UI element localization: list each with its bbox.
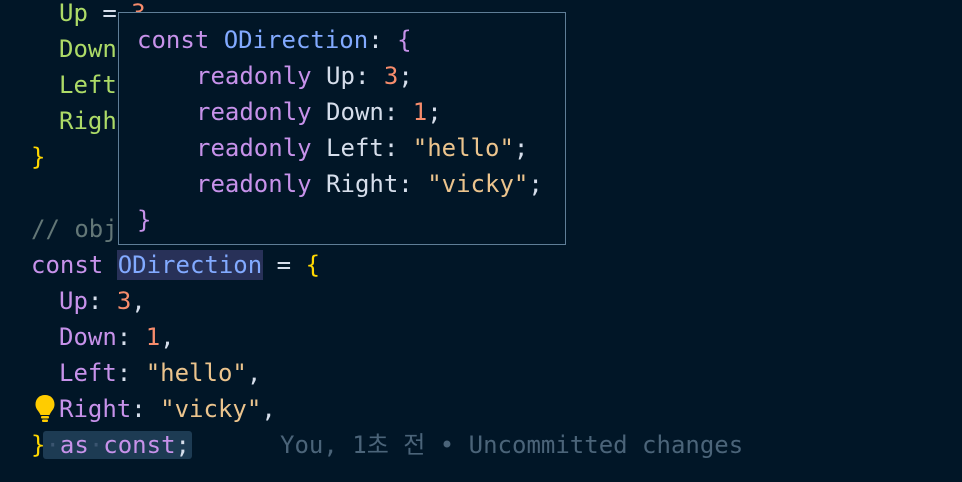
hover-variable-name: ODirection	[223, 26, 369, 54]
readonly-modifier: readonly	[196, 170, 312, 198]
code-line: Down: 1,	[0, 319, 175, 355]
object-key: Left	[59, 359, 117, 387]
separator: :	[116, 323, 146, 351]
code-line: // obj	[0, 211, 118, 247]
hover-member-line: readonly Right: "vicky";	[137, 166, 543, 202]
member-type: "vicky"	[427, 170, 529, 198]
member-name: Up	[326, 62, 355, 90]
object-key: Down	[59, 323, 117, 351]
member-end: ;	[513, 134, 529, 162]
opening-brace: {	[305, 251, 321, 279]
member-sep: :	[398, 170, 428, 198]
number-literal: 3	[116, 287, 132, 315]
code-line: Right	[0, 103, 131, 139]
string-literal: "vicky"	[160, 395, 262, 423]
member-end: ;	[398, 62, 413, 90]
operator: =	[262, 251, 306, 279]
lightbulb-icon[interactable]	[34, 394, 56, 424]
semicolon: ;	[175, 431, 190, 459]
git-blame-annotation: You, 1초 전 • Uncommitted changes	[280, 431, 744, 459]
object-key: Up	[59, 287, 88, 315]
comma: ,	[160, 323, 175, 351]
member-name: Down	[326, 98, 384, 126]
member-type: 3	[383, 62, 399, 90]
member-end: ;	[427, 98, 442, 126]
comma: ,	[261, 395, 276, 423]
separator: :	[116, 359, 146, 387]
separator: :	[87, 287, 117, 315]
member-sep: :	[354, 62, 384, 90]
member-type: "hello"	[412, 134, 514, 162]
hover-close-brace: }	[137, 206, 152, 234]
code-line: }	[0, 139, 45, 175]
const-keyword: const	[31, 251, 104, 279]
const-keyword: const	[103, 431, 176, 459]
readonly-modifier: readonly	[196, 98, 312, 126]
code-line: Up: 3,	[0, 283, 146, 319]
hover-member-line: readonly Up: 3;	[137, 58, 413, 94]
separator: :	[131, 395, 161, 423]
readonly-modifier: readonly	[196, 134, 312, 162]
code-line: Left	[0, 67, 117, 103]
member-name: Left	[326, 134, 384, 162]
code-line: }·as·const;	[0, 427, 192, 463]
string-literal: "hello"	[145, 359, 247, 387]
hover-declaration-line: const ODirection: {	[137, 22, 412, 58]
as-keyword: as	[59, 431, 89, 459]
code-line: Left: "hello",	[0, 355, 261, 391]
hover-member-line: readonly Left: "hello";	[137, 130, 528, 166]
comment: // obj	[31, 215, 118, 243]
member-sep: :	[383, 134, 413, 162]
number-literal: 1	[145, 323, 161, 351]
object-key: Left	[59, 71, 117, 99]
hover-colon: :	[368, 26, 383, 54]
code-line: const ODirection = {	[0, 247, 320, 283]
code-line: Down	[0, 31, 117, 67]
hover-const-keyword: const	[137, 26, 210, 54]
readonly-modifier: readonly	[196, 62, 312, 90]
hover-member-line: readonly Down: 1;	[137, 94, 442, 130]
selected-text[interactable]: ·as·const;	[43, 431, 192, 459]
variable-name-highlighted[interactable]: ODirection	[116, 250, 264, 280]
hover-tooltip: const ODirection: { readonly Up: 3; read…	[118, 12, 566, 245]
member-sep: :	[383, 98, 413, 126]
hover-open-brace: {	[397, 26, 412, 54]
member-name: Right	[326, 170, 399, 198]
hover-close-line: }	[137, 202, 151, 238]
member-type: 1	[412, 98, 428, 126]
member-end: ;	[528, 170, 543, 198]
object-key: Up	[59, 0, 88, 27]
object-key: Down	[59, 35, 117, 63]
comma: ,	[131, 287, 146, 315]
comma: ,	[246, 359, 262, 387]
object-key: Right	[59, 395, 132, 423]
closing-brace: }	[31, 143, 46, 171]
